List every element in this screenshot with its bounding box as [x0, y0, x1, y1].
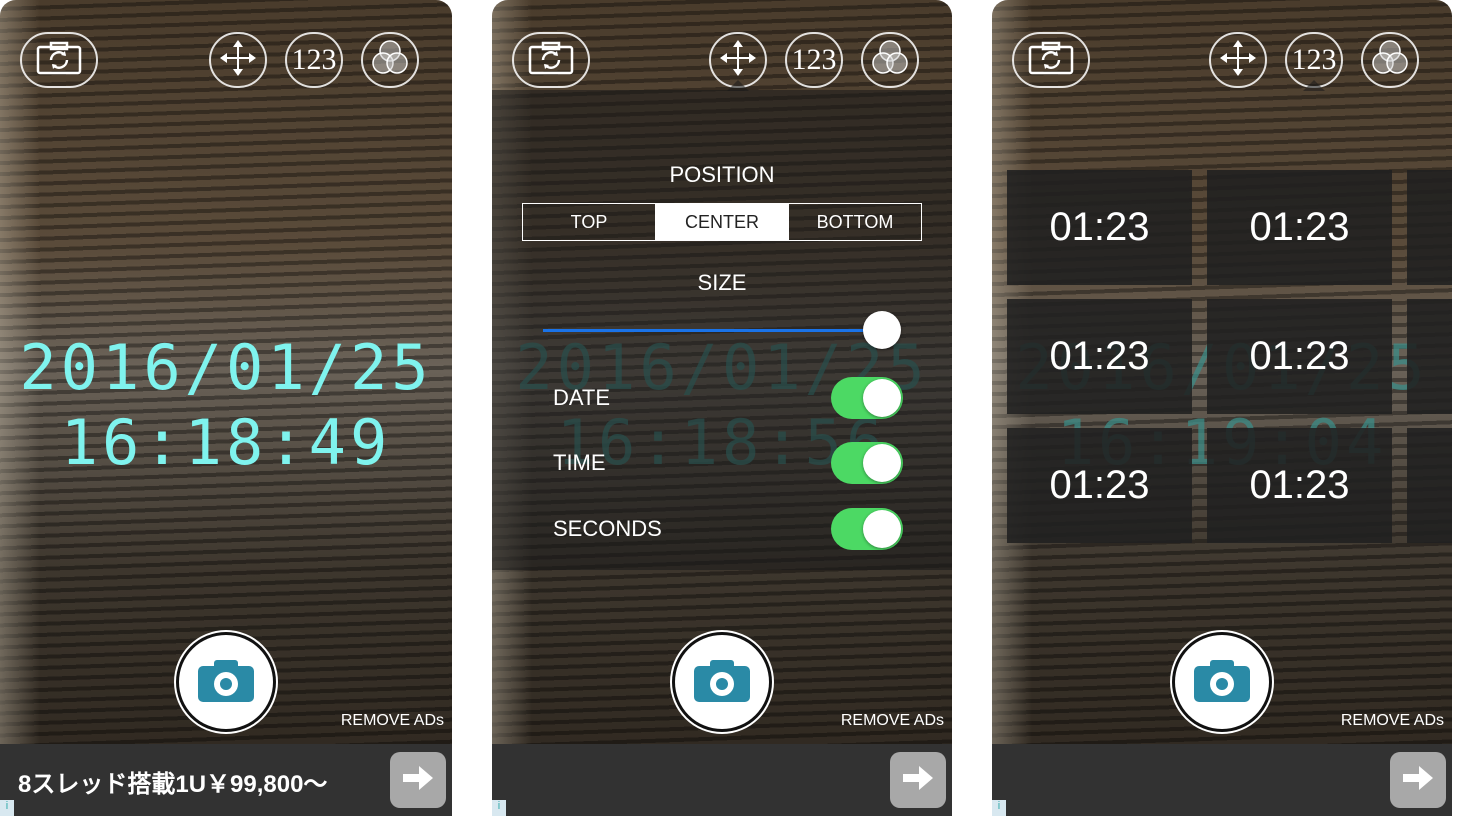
filter-button[interactable] — [361, 32, 419, 88]
move-arrows-icon — [1218, 38, 1258, 83]
move-arrows-icon — [718, 38, 758, 83]
ad-text[interactable]: 8スレッド搭載1U￥99,800〜 — [18, 764, 327, 799]
remove-ads-link[interactable]: REMOVE ADs — [341, 712, 444, 730]
date-overlay: 2016/01/25 — [19, 331, 433, 404]
position-label: POSITION — [669, 162, 775, 187]
ad-arrow-button[interactable] — [390, 752, 446, 808]
screen-1: 123 2016/01/25 16:18:49 REMOVE ADs 8スレッド… — [0, 0, 452, 816]
position-segmented-control[interactable]: TOP CENTER BOTTOM — [522, 203, 922, 241]
shutter-button[interactable] — [179, 635, 273, 729]
position-option-bottom[interactable]: BOTTOM — [789, 204, 921, 240]
ad-banner[interactable]: 8スレッド搭載1U￥99,800〜 i — [0, 744, 452, 816]
position-option-top[interactable]: TOP — [523, 204, 656, 240]
camera-icon — [694, 658, 750, 707]
ad-info-icon[interactable]: i — [992, 800, 1006, 816]
position-button[interactable] — [1209, 32, 1267, 88]
number-format-label: 123 — [291, 43, 337, 76]
number-format-label: 123 — [791, 43, 837, 76]
font-option[interactable]: 01:23 — [1207, 170, 1392, 285]
font-option[interactable]: 01:23 — [1207, 428, 1392, 543]
shutter-button[interactable] — [675, 635, 769, 729]
arrow-right-icon — [403, 765, 433, 795]
ad-info-icon[interactable]: i — [0, 800, 14, 816]
popover-pointer — [1303, 80, 1325, 91]
shutter-button[interactable] — [1175, 635, 1269, 729]
size-slider[interactable] — [543, 329, 883, 332]
ad-info-icon[interactable]: i — [492, 800, 506, 816]
format-button[interactable]: 123 — [785, 32, 843, 88]
screen-3: 123 2016/01/25 16:19:0401:2301:2301:2301… — [992, 0, 1452, 816]
toggle-label-seconds: SECONDS — [553, 516, 662, 541]
remove-ads-link[interactable]: REMOVE ADs — [841, 712, 944, 730]
toggle-date[interactable] — [831, 377, 903, 419]
color-filter-icon — [1368, 36, 1412, 85]
camera-switch-icon — [36, 41, 82, 80]
color-filter-icon — [868, 36, 912, 85]
camera-switch-icon — [528, 41, 574, 80]
filter-button[interactable] — [861, 32, 919, 88]
font-option[interactable]: 01:23 — [1007, 428, 1192, 543]
font-option[interactable]: 01:23 — [1207, 299, 1392, 414]
ad-banner[interactable]: i — [492, 744, 952, 816]
font-option[interactable] — [1407, 428, 1452, 543]
switch-camera-button[interactable] — [512, 32, 590, 88]
number-format-label: 123 — [1291, 43, 1337, 76]
toggle-seconds[interactable] — [831, 508, 903, 550]
ad-banner[interactable]: i — [992, 744, 1452, 816]
toggle-knob — [863, 510, 901, 548]
font-option[interactable]: 01:23 — [1007, 299, 1192, 414]
font-option[interactable] — [1407, 299, 1452, 414]
toggle-knob — [863, 379, 901, 417]
font-option[interactable] — [1407, 170, 1452, 285]
toggle-label-time: TIME — [553, 450, 606, 475]
switch-camera-button[interactable] — [1012, 32, 1090, 88]
toggle-knob — [863, 444, 901, 482]
arrow-right-icon — [903, 765, 933, 795]
time-overlay: 16:18:49 — [60, 406, 392, 479]
camera-icon — [198, 658, 254, 707]
format-button[interactable]: 123 — [285, 32, 343, 88]
toggle-label-date: DATE — [553, 385, 611, 410]
arrow-right-icon — [1403, 765, 1433, 795]
color-filter-icon — [368, 36, 412, 85]
ad-arrow-button[interactable] — [890, 752, 946, 808]
position-button[interactable] — [209, 32, 267, 88]
filter-button[interactable] — [1361, 32, 1419, 88]
size-label: SIZE — [697, 270, 747, 295]
ad-arrow-button[interactable] — [1390, 752, 1446, 808]
switch-camera-button[interactable] — [20, 32, 98, 88]
move-arrows-icon — [218, 38, 258, 83]
size-slider-handle[interactable] — [863, 311, 901, 349]
toggle-time[interactable] — [831, 442, 903, 484]
camera-icon — [1194, 658, 1250, 707]
screen-2: 123 2016/01/25 16:18:56 POSITION TOPCENT… — [492, 0, 952, 816]
position-option-center[interactable]: CENTER — [656, 204, 789, 240]
font-option[interactable]: 01:23 — [1007, 170, 1192, 285]
camera-switch-icon — [1028, 41, 1074, 80]
remove-ads-link[interactable]: REMOVE ADs — [1341, 712, 1444, 730]
